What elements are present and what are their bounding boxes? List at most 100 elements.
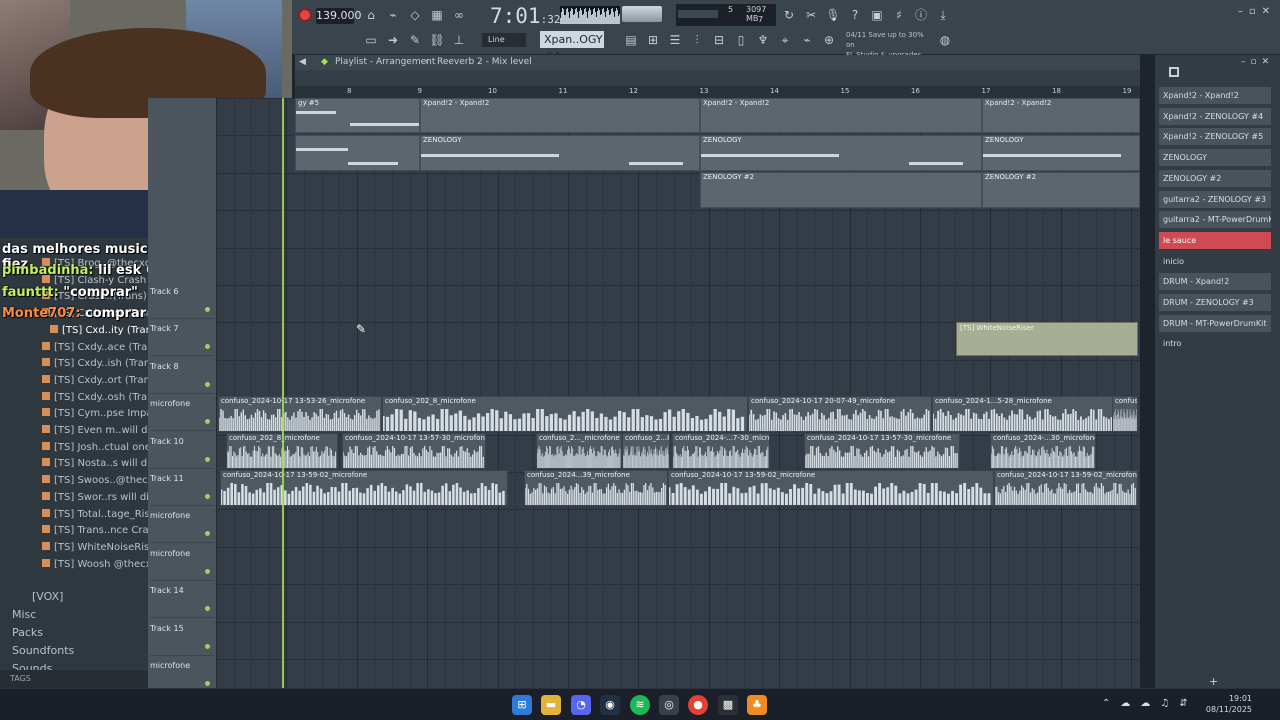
- cart-icon[interactable]: ⊕: [820, 31, 838, 49]
- track-header[interactable]: Track 15: [150, 620, 214, 656]
- pattern-clip[interactable]: ZENOLOGY #2: [700, 172, 982, 208]
- browser-item[interactable]: [TS] Cxdy..ort (Trans): [42, 374, 159, 386]
- browser-item[interactable]: [TS] WhiteNoiseRiser: [42, 541, 159, 553]
- pencil-icon[interactable]: ✎: [406, 31, 424, 49]
- browser-item[interactable]: [TS] Cym..pse Impact: [42, 408, 162, 419]
- audio-clip[interactable]: confuso_2024...39_microfone: [524, 470, 668, 506]
- master-volume-slider[interactable]: [622, 6, 662, 22]
- track-mute-led[interactable]: [205, 419, 210, 425]
- pattern-clip[interactable]: ZENOLOGY: [700, 135, 982, 171]
- track-mute-led[interactable]: [205, 606, 210, 612]
- mixer-insert-item[interactable]: inicio: [1159, 253, 1271, 270]
- audio-clip[interactable]: confuso_2024-10-17 13-57-30_microfone: [804, 433, 960, 469]
- file-explorer-icon[interactable]: ▬: [541, 695, 561, 715]
- song-position-clock[interactable]: 7:01:32: [490, 3, 560, 29]
- mixer-insert-item[interactable]: intro: [1159, 335, 1271, 352]
- browser-tags-bar[interactable]: TAGS: [0, 670, 148, 688]
- browser-item[interactable]: [TS] Swor..rs will die): [42, 491, 159, 503]
- mixer-insert-item[interactable]: le sauce: [1159, 231, 1271, 249]
- track-mute-led[interactable]: [205, 344, 210, 350]
- mixer-view-icon[interactable]: [1169, 67, 1179, 77]
- mixer-insert-item[interactable]: DRUM - ZENOLOGY #3: [1159, 294, 1271, 311]
- audio-clip[interactable]: confuso_2024-...30_microfone: [990, 433, 1096, 469]
- mixer-insert-item[interactable]: DRUM - MT-PowerDrumKit: [1159, 314, 1271, 332]
- pattern-clip[interactable]: ZENOLOGY: [420, 135, 700, 171]
- mixer-icon[interactable]: ☰: [666, 31, 684, 49]
- mixer-window-controls[interactable]: –▫✕: [1241, 57, 1274, 67]
- track-header[interactable]: Track 10: [150, 433, 214, 469]
- plugin-picker-icon[interactable]: ♆: [754, 31, 772, 49]
- mixer-insert-item[interactable]: DRUM - Xpand!2: [1159, 273, 1271, 291]
- windows-start-icon[interactable]: ⊞: [512, 695, 532, 715]
- track-header[interactable]: Track 6: [150, 283, 214, 319]
- browser-folder[interactable]: Soundfonts: [12, 644, 74, 657]
- news-panel[interactable]: 04/11 Save up to 30% on FL Studio & upgr…: [846, 30, 932, 59]
- speaker-icon[interactable]: ◀: [299, 55, 306, 70]
- track-header[interactable]: microfone: [150, 507, 214, 544]
- audio-clip[interactable]: confuso_2024-10-17 13-59-02_microfone: [994, 470, 1138, 506]
- track-mute-led[interactable]: [205, 494, 210, 499]
- track-header[interactable]: microfone: [150, 545, 214, 581]
- pattern-clip[interactable]: [295, 135, 420, 171]
- track-header[interactable]: Track 11: [150, 470, 214, 506]
- track-header[interactable]: microfone: [150, 395, 214, 432]
- spotify-icon[interactable]: ≋: [630, 695, 650, 715]
- riser-clip[interactable]: [TS] WhiteNoiseRiser: [956, 322, 1138, 356]
- mixer-insert-item[interactable]: Xpand!2 - ZENOLOGY #4: [1159, 107, 1271, 125]
- browser-item[interactable]: [TS] Trans..nce Crash: [42, 525, 160, 536]
- browser-item[interactable]: [TS] Even m..will die): [42, 425, 160, 436]
- browser-item[interactable]: [TS] Total..tage_Riser: [42, 508, 160, 520]
- mixer-insert-item[interactable]: guitarra2 - MT-PowerDrumKit: [1159, 211, 1271, 229]
- metronome-icon[interactable]: ⌂: [362, 6, 380, 24]
- window-controls[interactable]: –▫✕: [1238, 6, 1276, 17]
- pattern-clip[interactable]: Xpand!2 - Xpand!2: [700, 98, 982, 133]
- fl-studio-icon[interactable]: ♣: [747, 695, 767, 715]
- browser-item[interactable]: [TS] Cxdy..ace (Trans): [42, 341, 163, 353]
- playlist-grid[interactable]: gy #5 Xpand!2 - Xpand!2 Xpand!2 - Xpand!…: [216, 98, 1140, 688]
- mixer-insert-item[interactable]: Xpand!2 - ZENOLOGY #5: [1159, 128, 1271, 146]
- playlist-header[interactable]: ◀ ◆ Playlist - Arrangement › Reeverb 2 -…: [295, 55, 1140, 70]
- scissors-icon[interactable]: ✂: [802, 6, 820, 24]
- discord-icon[interactable]: ◔: [571, 695, 591, 715]
- cable-icon[interactable]: ⌁: [798, 31, 816, 49]
- mixer-insert-item[interactable]: Xpand!2 - Xpand!2: [1159, 87, 1271, 104]
- loop-record-icon[interactable]: ∞: [450, 6, 468, 24]
- browser-item[interactable]: [TS] Josh..ctual one): [42, 441, 155, 453]
- track-mute-led[interactable]: [205, 456, 210, 462]
- steam-icon[interactable]: ◉: [600, 695, 620, 715]
- mixer-insert-item[interactable]: ZENOLOGY: [1159, 149, 1271, 167]
- refresh-icon[interactable]: ↻: [780, 6, 798, 24]
- snap-selector[interactable]: Line: [482, 33, 526, 47]
- playlist-scrollbar-top[interactable]: [295, 70, 1140, 86]
- browser-item[interactable]: [TS] Cxdy..osh (Trans): [42, 391, 163, 403]
- playhead[interactable]: [282, 98, 284, 688]
- download-icon[interactable]: ⤓: [934, 6, 952, 24]
- capcut-icon[interactable]: ▩: [718, 695, 738, 715]
- audio-clip[interactable]: confuso_2024-10-17 13-59-02_microfone: [220, 470, 508, 506]
- browser-item[interactable]: [TS] Cxdy..ish (Trans): [42, 358, 159, 369]
- audio-clip[interactable]: confus..crofone: [1112, 396, 1138, 432]
- online-icon[interactable]: ◍: [936, 31, 954, 49]
- audio-clip[interactable]: confuso_2024-10-17 20-07-49_microfone: [748, 396, 932, 432]
- track-header[interactable]: Track 7: [150, 320, 214, 357]
- microphone-icon[interactable]: 🎙: [824, 6, 842, 24]
- pattern-clip[interactable]: ZENOLOGY: [982, 135, 1140, 171]
- touch-keyboard-icon[interactable]: ⌖: [776, 31, 794, 49]
- wait-input-icon[interactable]: ⌁: [384, 6, 402, 24]
- audio-clip[interactable]: confuso_2...8_: [622, 433, 670, 469]
- mixer-faders-icon[interactable]: ⫶: [688, 31, 706, 49]
- browser-item[interactable]: [TS] Nosta..s will die): [42, 458, 160, 469]
- track-mute-led[interactable]: [205, 681, 210, 686]
- track-mute-led[interactable]: [205, 643, 210, 649]
- pattern-clip[interactable]: Xpand!2 - Xpand!2: [982, 98, 1140, 133]
- audio-clip[interactable]: confuso_202_8_microfone: [382, 396, 748, 432]
- track-header[interactable]: Track 8: [150, 358, 214, 394]
- audio-clip[interactable]: confuso_2024-1...5-28_microfone: [932, 396, 1138, 432]
- pattern-clip[interactable]: Xpand!2 - Xpand!2: [420, 98, 700, 133]
- pattern-mode-icon[interactable]: ▭: [362, 31, 380, 49]
- obs-icon[interactable]: ◎: [659, 695, 679, 715]
- browser-folder[interactable]: [VOX]: [32, 590, 63, 603]
- audio-clip[interactable]: confuso_2024-10-17 13-59-02_microfone: [668, 470, 994, 506]
- step-edit-icon[interactable]: ▦: [428, 6, 446, 24]
- browser-icon[interactable]: ⊟: [710, 31, 728, 49]
